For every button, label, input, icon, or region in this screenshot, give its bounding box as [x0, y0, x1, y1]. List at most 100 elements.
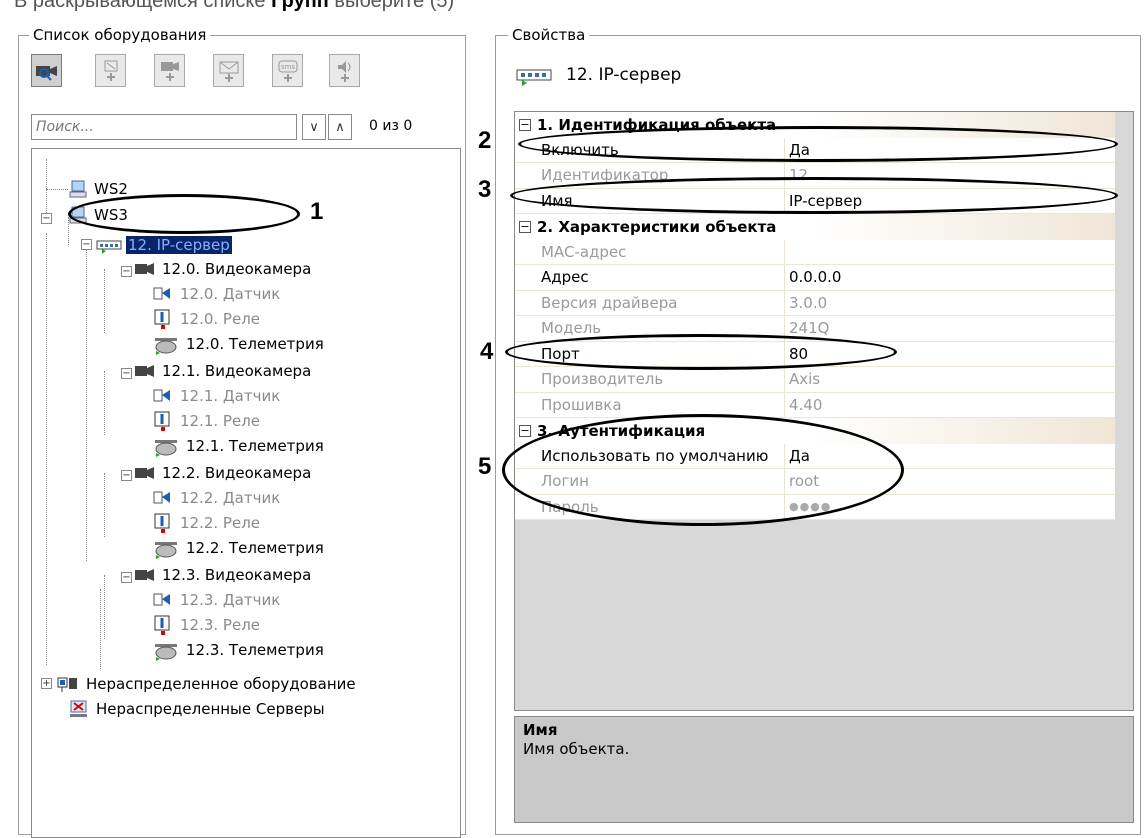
tree-label: 12.1. Реле [180, 412, 261, 430]
camera1-collapse-toggle[interactable]: − [121, 368, 132, 379]
property-name: Производитель [515, 367, 785, 392]
tree-label: 12.0. Телеметрия [186, 335, 324, 353]
tree-node-camera[interactable]: 12.2. Видеокамера [134, 461, 313, 485]
sensor-icon [153, 287, 170, 300]
telemetry-icon [155, 338, 177, 355]
tree-label: WS2 [94, 180, 128, 198]
properties-title: Свойства [508, 26, 590, 44]
property-row-vendor: Производитель Axis [515, 367, 1115, 393]
tree-node-telemetry[interactable]: 12.2. Телеметрия [152, 536, 326, 560]
tree-node-relay[interactable]: 12.2. Реле [152, 511, 262, 535]
property-row-password: Пароль ●●●● [515, 494, 1115, 520]
property-row-name[interactable]: Имя IP-сервер [515, 188, 1115, 214]
relay-icon [154, 309, 170, 329]
tree-node-sensor[interactable]: 12.3. Датчик [152, 588, 282, 612]
tree-node-relay[interactable]: 12.1. Реле [152, 409, 262, 433]
tree-label: WS3 [94, 206, 128, 224]
add-camera-button[interactable] [154, 54, 185, 87]
property-row-enable[interactable]: Включить Да [515, 137, 1115, 163]
ws3-collapse-toggle[interactable]: − [41, 213, 52, 224]
property-value: 241Q [789, 319, 830, 338]
tree-node-ip-server[interactable]: 12. IP-сервер [96, 233, 232, 257]
property-row-port[interactable]: Порт 80 [515, 341, 1115, 367]
relay-icon [154, 513, 170, 533]
add-email-button[interactable] [213, 54, 244, 87]
tree-node-relay[interactable]: 12.3. Реле [152, 613, 262, 637]
add-sensor-button[interactable] [95, 54, 126, 87]
property-value [785, 240, 1115, 265]
relay-icon [154, 615, 170, 635]
camera2-collapse-toggle[interactable]: − [121, 470, 132, 481]
tree-node-telemetry[interactable]: 12.1. Телеметрия [152, 434, 326, 458]
search-input[interactable] [31, 114, 297, 140]
ip-server-collapse-toggle[interactable]: − [81, 239, 92, 250]
tree-label: 12.2. Видеокамера [162, 464, 312, 482]
section-characteristics[interactable]: −2. Характеристики объекта [515, 214, 1115, 240]
tree-label: Нераспределенные Серверы [96, 700, 325, 718]
tree-node-ws2[interactable]: WS2 [68, 177, 130, 201]
tree-node-sensor[interactable]: 12.2. Датчик [152, 486, 282, 510]
tree-label: 12.1. Датчик [180, 387, 281, 405]
property-value: 3.0.0 [789, 293, 828, 312]
tree-label: Нераспределенное оборудование [86, 675, 356, 693]
property-description: Имя Имя объекта. [514, 716, 1134, 823]
tree-node-relay[interactable]: 12.0. Реле [152, 307, 262, 331]
search-next-button[interactable]: ∨ [302, 114, 326, 140]
property-name: Прошивка [515, 392, 785, 417]
callout-number-4: 4 [480, 338, 494, 365]
tree-node-camera[interactable]: 12.3. Видеокамера [134, 563, 313, 587]
tree-node-camera[interactable]: 12.0. Видеокамера [134, 257, 313, 281]
property-value[interactable]: Да [785, 444, 1115, 469]
property-row-address[interactable]: Адрес 0.0.0.0 [515, 265, 1115, 291]
tree-label: 12.3. Видеокамера [162, 566, 312, 584]
section-identification[interactable]: −1. Идентификация объекта [515, 112, 1115, 138]
callout-number-3: 3 [478, 176, 492, 203]
property-value[interactable]: IP-сервер [785, 189, 1115, 214]
property-value[interactable]: Да [785, 138, 1115, 163]
tree-label: 12.0. Датчик [180, 285, 281, 303]
video-camera-icon [135, 263, 154, 275]
add-sensor-icon [104, 60, 117, 81]
tree-node-sensor[interactable]: 12.1. Датчик [152, 384, 282, 408]
telemetry-icon [155, 440, 177, 457]
section-authentication[interactable]: −3. Аутентификация [515, 418, 1115, 444]
ip-server-icon [96, 240, 122, 254]
property-name: Модель [515, 316, 785, 341]
tree-label: 12.1. Видеокамера [162, 362, 312, 380]
add-camera-icon [160, 61, 179, 81]
equipment-list-title: Список оборудования [29, 26, 211, 44]
tree-node-sensor[interactable]: 12.0. Датчик [152, 282, 282, 306]
tree-node-camera[interactable]: 12.1. Видеокамера [134, 359, 313, 383]
collapse-icon[interactable]: − [519, 424, 531, 437]
camera3-collapse-toggle[interactable]: − [121, 572, 132, 583]
tree-node-unassigned-servers[interactable]: Нераспределенные Серверы [68, 697, 327, 721]
property-row-use-default[interactable]: Использовать по умолчанию Да [515, 443, 1115, 469]
property-name: Адрес [515, 265, 785, 290]
callout-number-1: 1 [310, 198, 324, 225]
camera-search-button[interactable] [31, 54, 62, 87]
property-row-mac: MAC-адрес [515, 239, 1115, 265]
property-value[interactable]: 0.0.0.0 [785, 265, 1115, 290]
tree-node-ws3[interactable]: WS3 [68, 203, 130, 227]
collapse-icon[interactable]: − [519, 220, 531, 233]
collapse-icon[interactable]: − [519, 118, 531, 131]
search-prev-button[interactable]: ∧ [328, 114, 352, 140]
workstation-icon [69, 206, 87, 224]
add-email-icon [219, 61, 238, 82]
property-name: Идентификатор [515, 163, 785, 188]
add-sms-button[interactable]: sms [272, 54, 303, 87]
add-sound-icon [337, 60, 350, 82]
tree-node-telemetry[interactable]: 12.0. Телеметрия [152, 332, 326, 356]
add-sound-button[interactable] [329, 54, 360, 87]
tree-label: 12.1. Телеметрия [186, 437, 324, 455]
top-caption: В раскрывающемся списке Групп выберите (… [14, 0, 455, 12]
tree-label: 12.2. Реле [180, 514, 261, 532]
property-row-driver-version: Версия драйвера 3.0.0 [515, 290, 1115, 316]
property-value: Axis [789, 370, 821, 389]
camera0-collapse-toggle[interactable]: − [121, 266, 132, 277]
tree-node-unassigned-equipment[interactable]: Нераспределенное оборудование [56, 672, 358, 696]
tree-node-telemetry[interactable]: 12.3. Телеметрия [152, 638, 326, 662]
unassigned-expand-toggle[interactable]: + [41, 678, 52, 689]
property-value[interactable]: 80 [785, 342, 1115, 367]
property-name: Имя [515, 188, 785, 213]
